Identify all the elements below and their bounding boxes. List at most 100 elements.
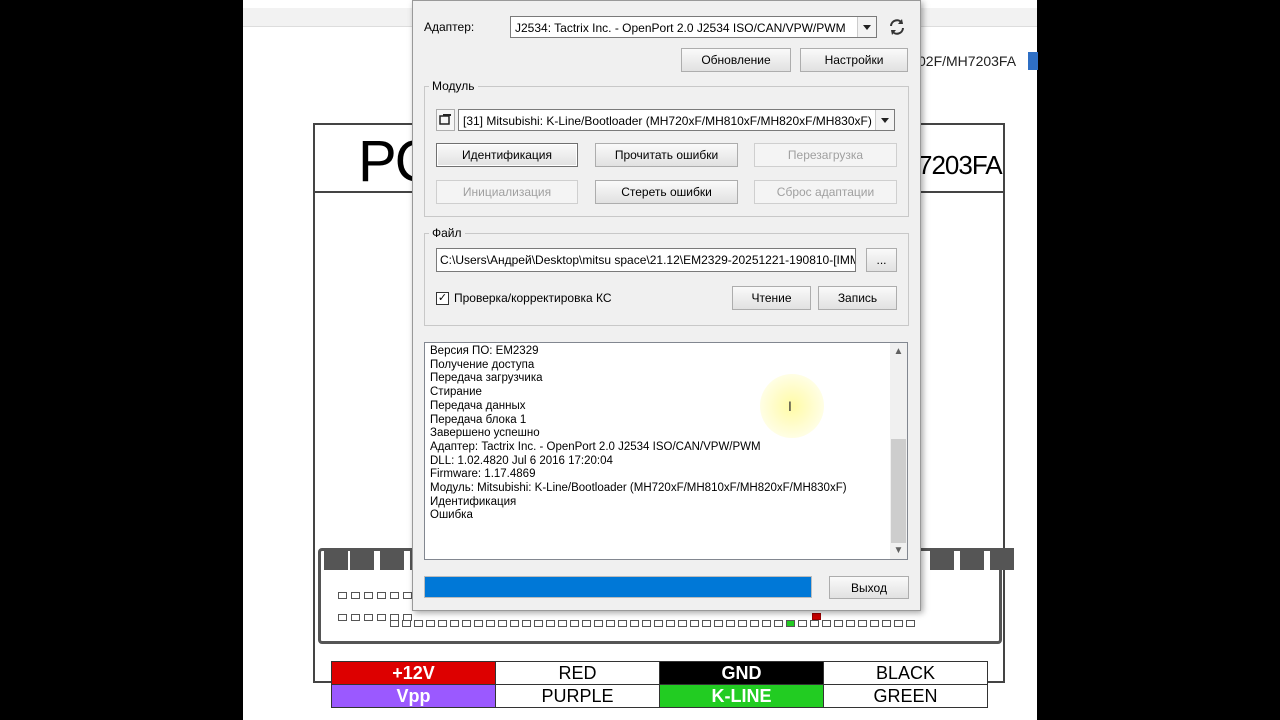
log-line: Передача данных <box>430 399 526 412</box>
connector-pin <box>594 620 603 627</box>
browse-button[interactable]: ... <box>866 248 897 272</box>
connector-pin <box>714 620 723 627</box>
scrollbar-thumb[interactable] <box>891 439 906 543</box>
reboot-button[interactable]: Перезагрузка <box>754 143 897 167</box>
connector-pin <box>558 620 567 627</box>
connector-tab <box>930 548 954 570</box>
connector-pin <box>834 620 843 627</box>
connector-pin <box>414 620 423 627</box>
settings-button[interactable]: Настройки <box>800 48 908 72</box>
checksum-label: Проверка/корректировка КС <box>454 291 612 305</box>
adapter-select[interactable]: J2534: Tactrix Inc. - OpenPort 2.0 J2534… <box>510 16 877 38</box>
update-button[interactable]: Обновление <box>681 48 791 72</box>
checksum-checkbox[interactable]: ✓ <box>436 292 449 305</box>
chevron-down-icon[interactable] <box>875 110 894 130</box>
legend-cell: K-LINE <box>659 684 824 708</box>
connector-pin <box>702 620 711 627</box>
log-line: Версия ПО: EM2329 <box>430 345 539 357</box>
connector-pin <box>678 620 687 627</box>
log-line: Модуль: Mitsubishi: K-Line/Bootloader (M… <box>430 482 847 494</box>
connector-pin <box>377 614 386 621</box>
connector-pin <box>402 620 411 627</box>
connector-pin <box>822 620 831 627</box>
log-line: Адаптер: Tactrix Inc. - OpenPort 2.0 J25… <box>430 440 761 453</box>
module-select-value: [31] Mitsubishi: K-Line/Bootloader (MH72… <box>463 114 872 128</box>
connector-tab <box>380 548 404 570</box>
background-title-right: 7203FA <box>918 150 1003 180</box>
connector-pin <box>364 614 373 621</box>
connector-pin <box>474 620 483 627</box>
connector-pin <box>582 620 591 627</box>
connector-pin <box>522 620 531 627</box>
connector-pin <box>870 620 879 627</box>
connector-tab <box>960 548 984 570</box>
connector-pin <box>534 620 543 627</box>
connector-pin <box>786 620 795 627</box>
text-cursor-icon: I <box>788 398 792 414</box>
read-button[interactable]: Чтение <box>732 286 811 310</box>
chevron-down-icon[interactable] <box>857 17 876 37</box>
legend-cell: BLACK <box>823 661 988 685</box>
connector-pin <box>403 592 412 599</box>
read-errors-button[interactable]: Прочитать ошибки <box>595 143 738 167</box>
write-button[interactable]: Запись <box>818 286 897 310</box>
file-group-title: Файл <box>429 226 465 240</box>
legend-cell: PURPLE <box>495 684 660 708</box>
window-icon[interactable] <box>436 109 455 131</box>
progress-fill <box>425 577 811 597</box>
connector-pin <box>846 620 855 627</box>
connector-pin <box>498 620 507 627</box>
legend-cell: RED <box>495 661 660 685</box>
scroll-down-icon[interactable]: ▼ <box>890 542 907 559</box>
log-scrollbar[interactable]: ▲ ▼ <box>890 343 907 559</box>
log-line: Передача блока 1 <box>430 413 527 426</box>
connector-pin <box>630 620 639 627</box>
wiring-legend: +12V RED GND BLACK Vpp PURPLE K-LINE GRE… <box>331 661 988 708</box>
connector-pin <box>642 620 651 627</box>
legend-cell: Vpp <box>331 684 496 708</box>
log-line: Завершено успешно <box>430 427 540 440</box>
adapter-label: Адаптер: <box>424 20 475 34</box>
file-path-input[interactable]: C:\Users\Андрей\Desktop\mitsu space\21.1… <box>436 248 856 272</box>
log-output[interactable]: Версия ПО: EM2329 Получение доступа Переда… <box>424 342 908 560</box>
module-group-title: Модуль <box>429 79 478 93</box>
legend-row: +12V RED GND BLACK <box>331 661 988 685</box>
connector-tab <box>350 548 374 570</box>
connector-pin <box>618 620 627 627</box>
connector-pin <box>364 592 373 599</box>
module-select[interactable]: [31] Mitsubishi: K-Line/Bootloader (MH72… <box>458 109 895 131</box>
connector-pin <box>390 620 399 627</box>
log-line: Стирание <box>430 386 482 399</box>
refresh-icon[interactable] <box>888 18 906 36</box>
reset-adaptation-button[interactable]: Сброс адаптации <box>754 180 897 204</box>
connector-pin <box>338 614 347 621</box>
connector-pin <box>762 620 771 627</box>
connector-tab <box>324 548 348 570</box>
cursor-highlight <box>760 374 824 438</box>
init-button[interactable]: Инициализация <box>436 180 578 204</box>
scroll-up-icon[interactable]: ▲ <box>890 343 907 360</box>
connector-pin <box>690 620 699 627</box>
connector-pin <box>906 620 915 627</box>
connector-pin <box>654 620 663 627</box>
legend-cell: GREEN <box>823 684 988 708</box>
log-line: Передача загрузчика <box>430 372 543 385</box>
connector-pin <box>882 620 891 627</box>
log-line: Получение доступа <box>430 358 535 371</box>
exit-button[interactable]: Выход <box>829 576 909 599</box>
connector-tab <box>990 548 1014 570</box>
connector-pin <box>351 592 360 599</box>
background-blue-marker <box>1028 52 1038 70</box>
clear-errors-button[interactable]: Стереть ошибки <box>595 180 738 204</box>
connector-pin <box>426 620 435 627</box>
legend-cell: +12V <box>331 661 496 685</box>
file-group <box>424 233 909 326</box>
connector-pin <box>894 620 903 627</box>
log-line: Ошибка <box>430 509 473 522</box>
connector-pin <box>726 620 735 627</box>
log-line: DLL: 1.02.4820 Jul 6 2016 17:20:04 <box>430 454 613 467</box>
connector-pin <box>351 614 360 621</box>
identify-button[interactable]: Идентификация <box>436 143 578 167</box>
connector-pin <box>338 592 347 599</box>
connector-pin <box>858 620 867 627</box>
